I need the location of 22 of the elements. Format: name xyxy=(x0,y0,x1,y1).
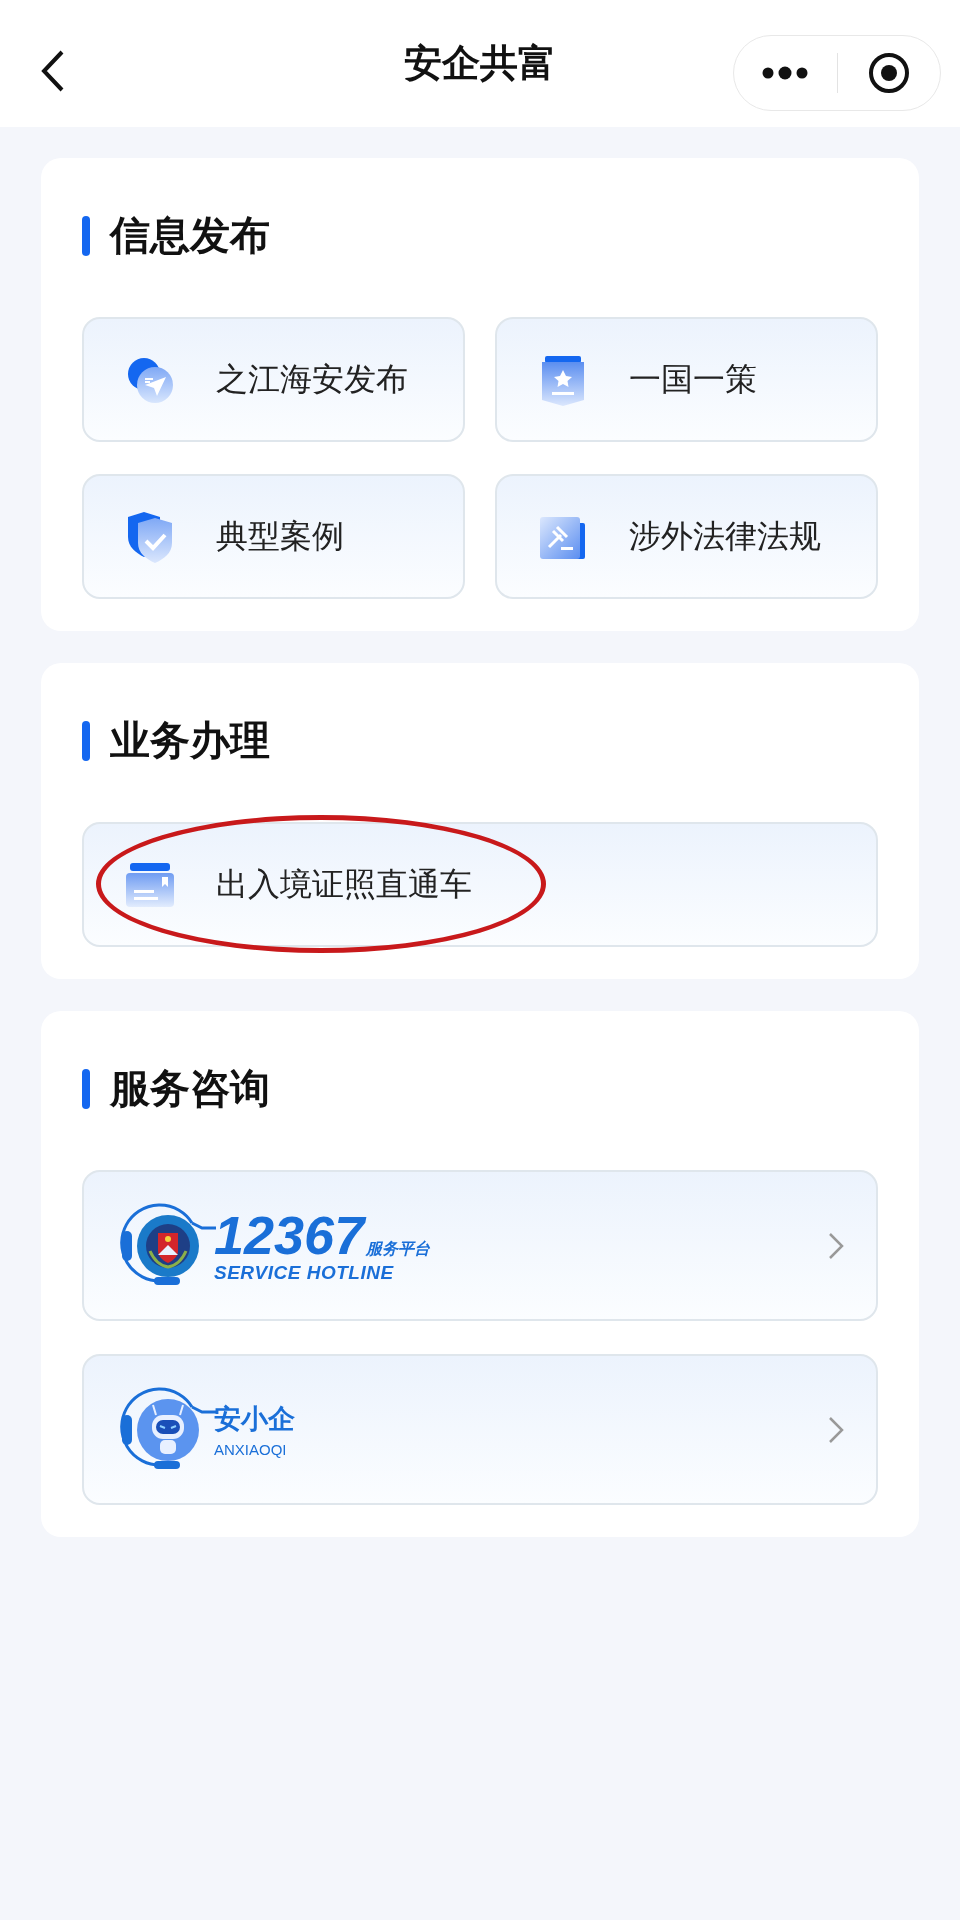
id-card-icon xyxy=(124,862,176,907)
menu-tile[interactable]: 出入境证照直通车 xyxy=(82,822,878,947)
section-marker xyxy=(82,215,90,256)
hotline-number: 12367 xyxy=(214,1207,365,1262)
hotline-tagline: 服务平台 xyxy=(366,1239,431,1259)
section-marker xyxy=(82,1068,90,1109)
menu-tile[interactable]: 一国一策 xyxy=(495,317,878,442)
section-title: 信息发布 xyxy=(110,211,270,260)
service-tile[interactable]: 12367服务平台 SERVICE HOTLINE xyxy=(82,1170,878,1321)
hotline-subtitle: SERVICE HOTLINE xyxy=(214,1261,395,1284)
menu-tile[interactable]: 之江海安发布 xyxy=(82,317,465,442)
target-icon xyxy=(866,51,911,95)
section-title: 服务咨询 xyxy=(110,1064,270,1113)
service-tile[interactable]: 安小企 ANXIAOQI xyxy=(82,1354,878,1505)
page-title: 安企共富 xyxy=(404,40,556,87)
section-title: 业务办理 xyxy=(110,716,270,765)
menu-tile[interactable]: 典型案例 xyxy=(82,474,465,599)
more-icon xyxy=(761,66,810,80)
assistant-subtitle: ANXIAOQI xyxy=(214,1441,288,1458)
section-marker xyxy=(82,720,90,761)
assistant-name: 安小企 xyxy=(214,1403,296,1436)
menu-tile[interactable]: 涉外法律法规 xyxy=(495,474,878,599)
